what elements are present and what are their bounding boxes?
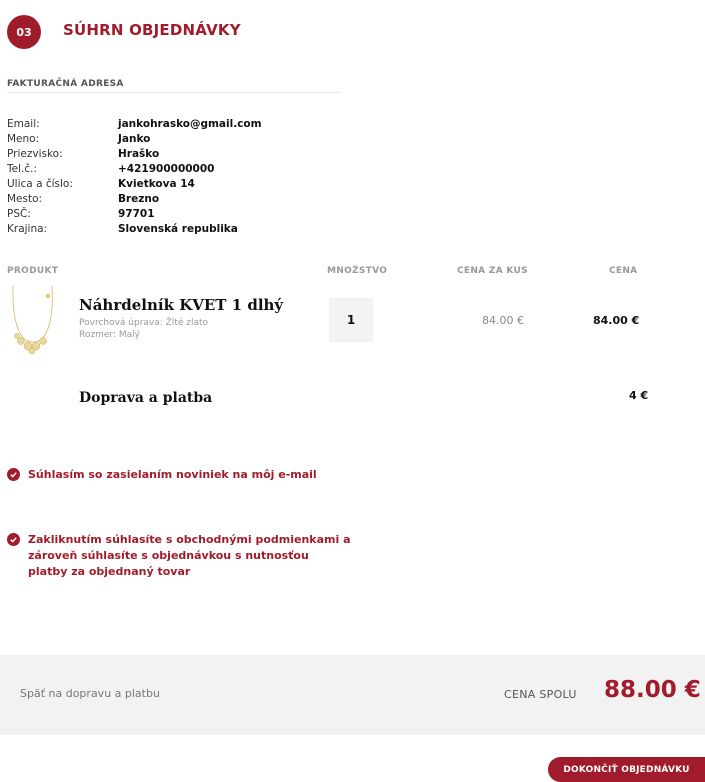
unit-price: 84.00 € <box>482 314 524 327</box>
billing-row-phone: Tel.č.: +421900000000 <box>7 163 347 178</box>
column-header-quantity: MNOŽSTVO <box>327 266 388 276</box>
line-price: 84.00 € <box>593 314 640 327</box>
billing-value: +421900000000 <box>118 163 215 175</box>
quantity-value: 1 <box>329 298 373 342</box>
billing-row-street: Ulica a číslo: Kvietkova 14 <box>7 178 347 193</box>
billing-row-zip: PSČ: 97701 <box>7 208 347 223</box>
column-header-unit-price: CENA ZA KUS <box>457 266 528 276</box>
billing-value: Slovenská republika <box>118 223 238 235</box>
billing-section-label: FAKTURAČNÁ ADRESA <box>7 79 124 89</box>
billing-label: Krajina: <box>7 223 48 235</box>
billing-value: 97701 <box>118 208 155 220</box>
billing-value: Hraško <box>118 148 160 160</box>
billing-value: jankohrasko@gmail.com <box>118 118 262 130</box>
billing-row-email: Email: jankohrasko@gmail.com <box>7 118 347 133</box>
column-header-product: PRODUKT <box>7 266 59 276</box>
terms-consent-checkbox[interactable]: Zakliknutím súhlasíte s obchodnými podmi… <box>7 532 352 580</box>
finish-order-button[interactable]: DOKONČIŤ OBJEDNÁVKU <box>548 757 705 782</box>
billing-value: Brezno <box>118 193 160 205</box>
back-to-shipping-link[interactable]: Späť na dopravu a platbu <box>20 687 160 700</box>
column-header-price: CENA <box>609 266 638 276</box>
total-label: CENA SPOLU <box>504 688 577 701</box>
page-title: SÚHRN OBJEDNÁVKY <box>63 21 241 39</box>
billing-label: PSČ: <box>7 208 31 220</box>
shipping-label: Doprava a platba <box>79 390 213 406</box>
billing-label: Email: <box>7 118 40 130</box>
terms-consent-label: Zakliknutím súhlasíte s obchodnými podmi… <box>28 533 351 578</box>
billing-label: Mesto: <box>7 193 43 205</box>
shipping-price: 4 € <box>629 389 649 402</box>
billing-row-country: Krajina: Slovenská republika <box>7 223 347 238</box>
newsletter-consent-label: Súhlasím so zasielaním noviniek na môj e… <box>28 468 317 481</box>
product-name[interactable]: Náhrdelník KVET 1 dlhý <box>79 296 283 314</box>
product-option-finish: Povrchová úprava: Žlté zlato <box>79 318 209 328</box>
billing-value: Janko <box>118 133 151 145</box>
billing-label: Tel.č.: <box>7 163 37 175</box>
billing-divider <box>7 92 340 93</box>
billing-row-last-name: Priezvisko: Hraško <box>7 148 347 163</box>
billing-label: Priezvisko: <box>7 148 63 160</box>
billing-row-city: Mesto: Brezno <box>7 193 347 208</box>
total-value: 88.00 € <box>604 677 701 703</box>
newsletter-consent-checkbox[interactable]: Súhlasím so zasielaním noviniek na môj e… <box>7 467 407 483</box>
check-circle-icon[interactable] <box>7 468 20 481</box>
necklace-image[interactable] <box>7 284 57 356</box>
step-number-badge: 03 <box>7 15 41 49</box>
billing-label: Meno: <box>7 133 40 145</box>
billing-row-first-name: Meno: Janko <box>7 133 347 148</box>
product-option-size: Rozmer: Malý <box>79 330 140 340</box>
billing-value: Kvietkova 14 <box>118 178 195 190</box>
billing-label: Ulica a číslo: <box>7 178 73 190</box>
check-circle-icon[interactable] <box>7 533 20 546</box>
